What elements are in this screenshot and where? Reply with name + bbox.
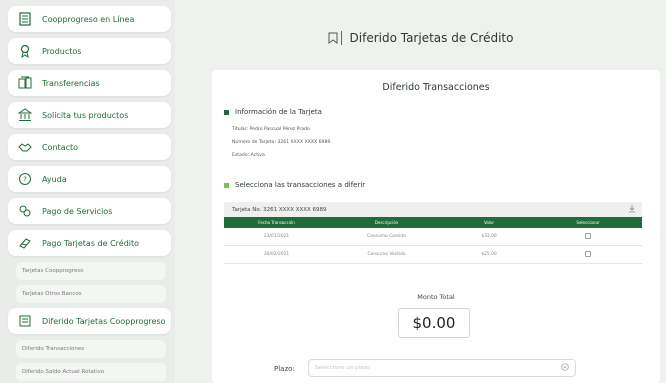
select-heading-text: Selecciona las transacciones a diferir [235, 181, 366, 189]
page-title: Diferido Tarjetas de Crédito [349, 31, 514, 45]
sub-tarjetas-otros-bancos[interactable]: Tarjetas Otros Bancos [16, 285, 166, 303]
row-checkbox[interactable] [585, 250, 591, 257]
col-fecha[interactable]: Fecha Transacción [224, 220, 329, 225]
info-heading-text: Información de la Tarjeta [235, 108, 322, 116]
nav-transferencias[interactable]: Transferencias [8, 70, 171, 96]
nav-label: Coopprogreso en Línea [42, 14, 135, 24]
plazo-placeholder: Seleccione un plazo [315, 365, 370, 371]
card-icon [16, 312, 34, 330]
cell-seleccionar [534, 250, 642, 259]
sub-label: Diferido Saldo Actual Rotativo [22, 369, 105, 375]
services-icon [16, 202, 34, 220]
handshake-icon [16, 138, 34, 156]
sub-label: Diferido Transacciones [22, 346, 85, 352]
titular-text: Titular: Pedro Pascual Pérez Prado [232, 127, 310, 132]
col-seleccionar[interactable]: Seleccionar [534, 220, 642, 225]
transactions-table: Tarjeta No. 3261 XXXX XXXX 6989 Fecha Tr… [224, 202, 642, 264]
help-icon: ? [16, 170, 34, 188]
cell-fecha: 23/01/2021 [263, 234, 290, 239]
chevron-down-icon [561, 363, 569, 373]
cell-descripcion: Consumo Comida [367, 234, 406, 239]
bookmark-icon [328, 29, 338, 48]
table-row: 30/02/2021 Consumo Vestido $25.00 [224, 246, 642, 264]
nav-label: Pago Tarjetas de Crédito [42, 238, 140, 248]
card-title: Diferido Transacciones [382, 82, 490, 93]
cell-descripcion: Consumo Vestido [367, 252, 406, 257]
bank-icon [16, 106, 34, 124]
cell-valor: $25.00 [481, 252, 497, 257]
sub-label: Tarjetas Otros Bancos [22, 291, 82, 297]
sidebar: Coopprogreso en Línea Productos Transfer… [0, 0, 175, 383]
building-icon [16, 10, 34, 28]
page-header: Diferido Tarjetas de Crédito [175, 24, 666, 52]
cell-fecha: 30/02/2021 [263, 252, 290, 257]
row-checkbox[interactable] [585, 232, 591, 239]
nav-label: Pago de Servicios [42, 206, 113, 216]
nav-label: Solicita tus productos [42, 110, 129, 120]
sub-diferido-saldo-actual[interactable]: Diferido Saldo Actual Rotativo [16, 363, 166, 381]
table-header: Fecha Transacción Descripción Valor Sele… [224, 217, 642, 228]
main-content: Diferido Tarjetas de Crédito Diferido Tr… [175, 0, 666, 383]
nav-ayuda[interactable]: ? Ayuda [8, 166, 171, 192]
transactions-card: Diferido Transacciones Información de la… [212, 70, 660, 383]
svg-text:?: ? [23, 176, 27, 184]
cell-seleccionar [534, 232, 642, 241]
nav-label: Diferido Tarjetas Coopprogreso [42, 316, 166, 326]
card-number-text: Número de Tarjeta: 3261 XXXX XXXX 6989 [232, 140, 331, 145]
total-amount: $0.00 [398, 308, 470, 338]
nav-coopprogreso-en-linea[interactable]: Coopprogreso en Línea [8, 6, 171, 32]
total-label: Monto Total [417, 293, 455, 301]
title-separator [340, 31, 342, 45]
nav-label: Ayuda [42, 174, 67, 184]
plazo-label: Plazo: [274, 365, 295, 373]
heading-square-icon [224, 109, 229, 115]
download-icon[interactable] [628, 204, 636, 215]
nav-label: Transferencias [42, 78, 100, 88]
transfer-icon [16, 74, 34, 92]
plazo-select[interactable]: Seleccione un plazo [308, 359, 576, 377]
nav-pago-de-servicios[interactable]: Pago de Servicios [8, 198, 171, 224]
nav-pago-tarjetas-de-credito[interactable]: Pago Tarjetas de Crédito [8, 230, 171, 256]
nav-label: Contacto [42, 142, 79, 152]
sub-label: Tarjetas Coopprogreso [22, 268, 84, 274]
nav-solicita-tus-productos[interactable]: Solicita tus productos [8, 102, 171, 128]
select-heading: Selecciona las transacciones a diferir [224, 181, 365, 189]
heading-square-icon [224, 182, 229, 188]
col-descripcion[interactable]: Descripción [329, 220, 444, 225]
nav-contacto[interactable]: Contacto [8, 134, 171, 160]
nav-diferido-tarjetas[interactable]: Diferido Tarjetas Coopprogreso [8, 308, 171, 334]
col-valor[interactable]: Valor [444, 220, 534, 225]
cell-valor: $33.00 [481, 234, 497, 239]
table-caption: Tarjeta No. 3261 XXXX XXXX 6989 [224, 202, 642, 217]
sub-diferido-transacciones[interactable]: Diferido Transacciones [16, 340, 166, 358]
nav-label: Productos [42, 46, 82, 56]
award-icon [16, 42, 34, 60]
card-pay-icon [16, 234, 34, 252]
table-row: 23/01/2021 Consumo Comida $33.00 [224, 228, 642, 246]
sub-tarjetas-coopprogreso[interactable]: Tarjetas Coopprogreso [16, 262, 166, 280]
nav-productos[interactable]: Productos [8, 38, 171, 64]
status-text: Estado: Activa [232, 153, 265, 158]
info-heading: Información de la Tarjeta [224, 108, 322, 116]
table-caption-text: Tarjeta No. 3261 XXXX XXXX 6989 [232, 206, 327, 213]
